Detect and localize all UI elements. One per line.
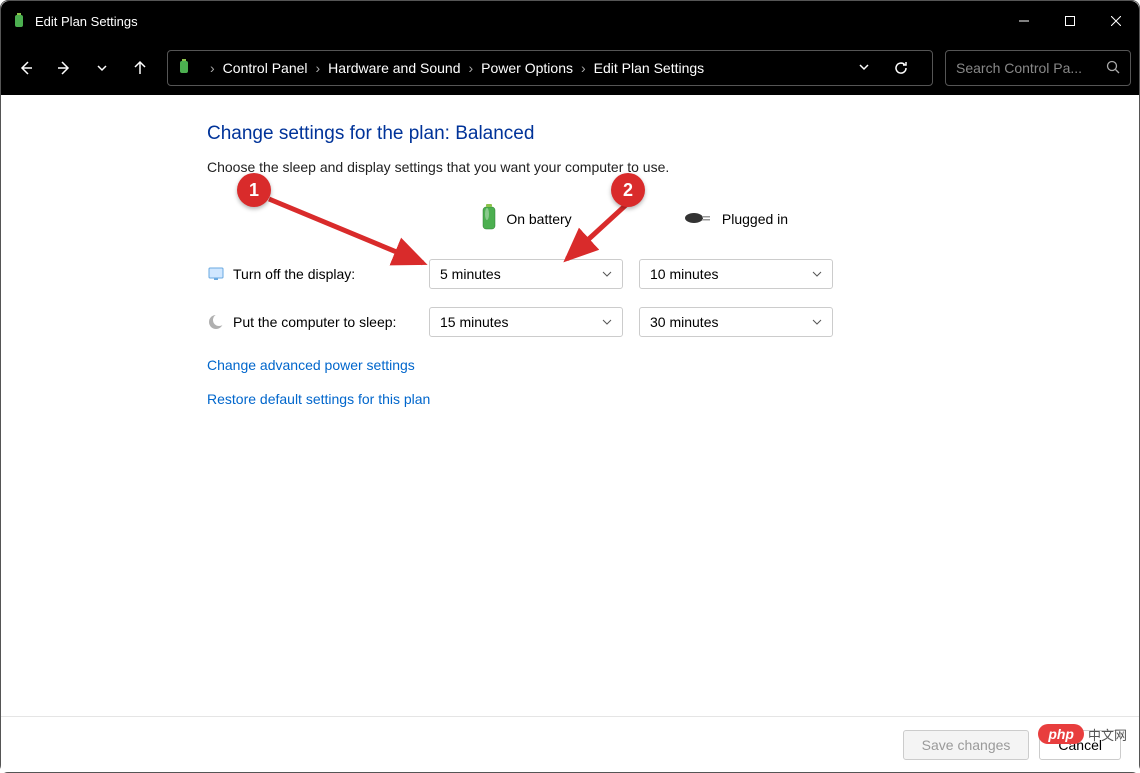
restore-defaults-link[interactable]: Restore default settings for this plan: [207, 391, 1139, 407]
breadcrumb-item[interactable]: Power Options: [481, 60, 573, 76]
plugged-in-label: Plugged in: [722, 211, 788, 227]
battery-app-icon: [11, 13, 27, 29]
back-button[interactable]: [9, 51, 43, 85]
chevron-right-icon: ›: [581, 60, 586, 76]
watermark-brand: php: [1038, 724, 1084, 744]
display-icon: [207, 265, 225, 283]
annotation-badge-1: 1: [237, 173, 271, 207]
breadcrumb-item[interactable]: Edit Plan Settings: [594, 60, 705, 76]
sleep-plugged-value: 30 minutes: [650, 314, 718, 330]
forward-button[interactable]: [47, 51, 81, 85]
display-plugged-dropdown[interactable]: 10 minutes: [639, 259, 833, 289]
chevron-down-icon: [812, 266, 822, 282]
breadcrumb-item[interactable]: Hardware and Sound: [328, 60, 460, 76]
display-plugged-value: 10 minutes: [650, 266, 718, 282]
chevron-right-icon: ›: [316, 60, 321, 76]
annotation-badge-2: 2: [611, 173, 645, 207]
footer: Save changes Cancel: [1, 716, 1139, 772]
sleep-plugged-dropdown[interactable]: 30 minutes: [639, 307, 833, 337]
page-title: Change settings for the plan: Balanced: [207, 123, 1139, 145]
chevron-down-icon: [812, 314, 822, 330]
refresh-button[interactable]: [884, 51, 918, 85]
titlebar: Edit Plan Settings: [1, 1, 1139, 41]
maximize-button[interactable]: [1047, 1, 1093, 41]
search-icon: [1106, 60, 1120, 77]
watermark: php 中文网: [1038, 724, 1127, 744]
window-title: Edit Plan Settings: [35, 14, 138, 29]
navbar: › Control Panel › Hardware and Sound › P…: [1, 41, 1139, 95]
recent-dropdown[interactable]: [85, 51, 119, 85]
watermark-text: 中文网: [1088, 725, 1127, 744]
chevron-right-icon: ›: [468, 60, 473, 76]
search-input[interactable]: [956, 60, 1100, 76]
display-battery-value: 5 minutes: [440, 266, 501, 282]
close-button[interactable]: [1093, 1, 1139, 41]
chevron-down-icon: [602, 314, 612, 330]
chevron-down-icon[interactable]: [858, 60, 870, 76]
sleep-battery-value: 15 minutes: [440, 314, 508, 330]
breadcrumb-item[interactable]: Control Panel: [223, 60, 308, 76]
search-box[interactable]: [945, 50, 1131, 86]
battery-icon: [480, 204, 498, 235]
annotation-arrow-1: [263, 193, 433, 273]
sleep-battery-dropdown[interactable]: 15 minutes: [429, 307, 623, 337]
plugged-in-header: Plugged in: [639, 210, 833, 229]
minimize-button[interactable]: [1001, 1, 1047, 41]
sleep-row-label: Put the computer to sleep:: [233, 314, 396, 330]
content-area: Change settings for the plan: Balanced C…: [1, 95, 1139, 716]
annotation-arrow-2: [557, 199, 647, 269]
page-subtitle: Choose the sleep and display settings th…: [207, 159, 1139, 175]
sleep-setting-row: Put the computer to sleep: 15 minutes 30…: [207, 307, 1139, 337]
up-button[interactable]: [123, 51, 157, 85]
plug-icon: [684, 210, 714, 229]
save-button[interactable]: Save changes: [903, 730, 1030, 760]
moon-icon: [207, 313, 225, 331]
advanced-settings-link[interactable]: Change advanced power settings: [207, 357, 1139, 373]
address-bar[interactable]: › Control Panel › Hardware and Sound › P…: [167, 50, 933, 86]
battery-breadcrumb-icon: [176, 59, 194, 77]
chevron-right-icon: ›: [210, 60, 215, 76]
